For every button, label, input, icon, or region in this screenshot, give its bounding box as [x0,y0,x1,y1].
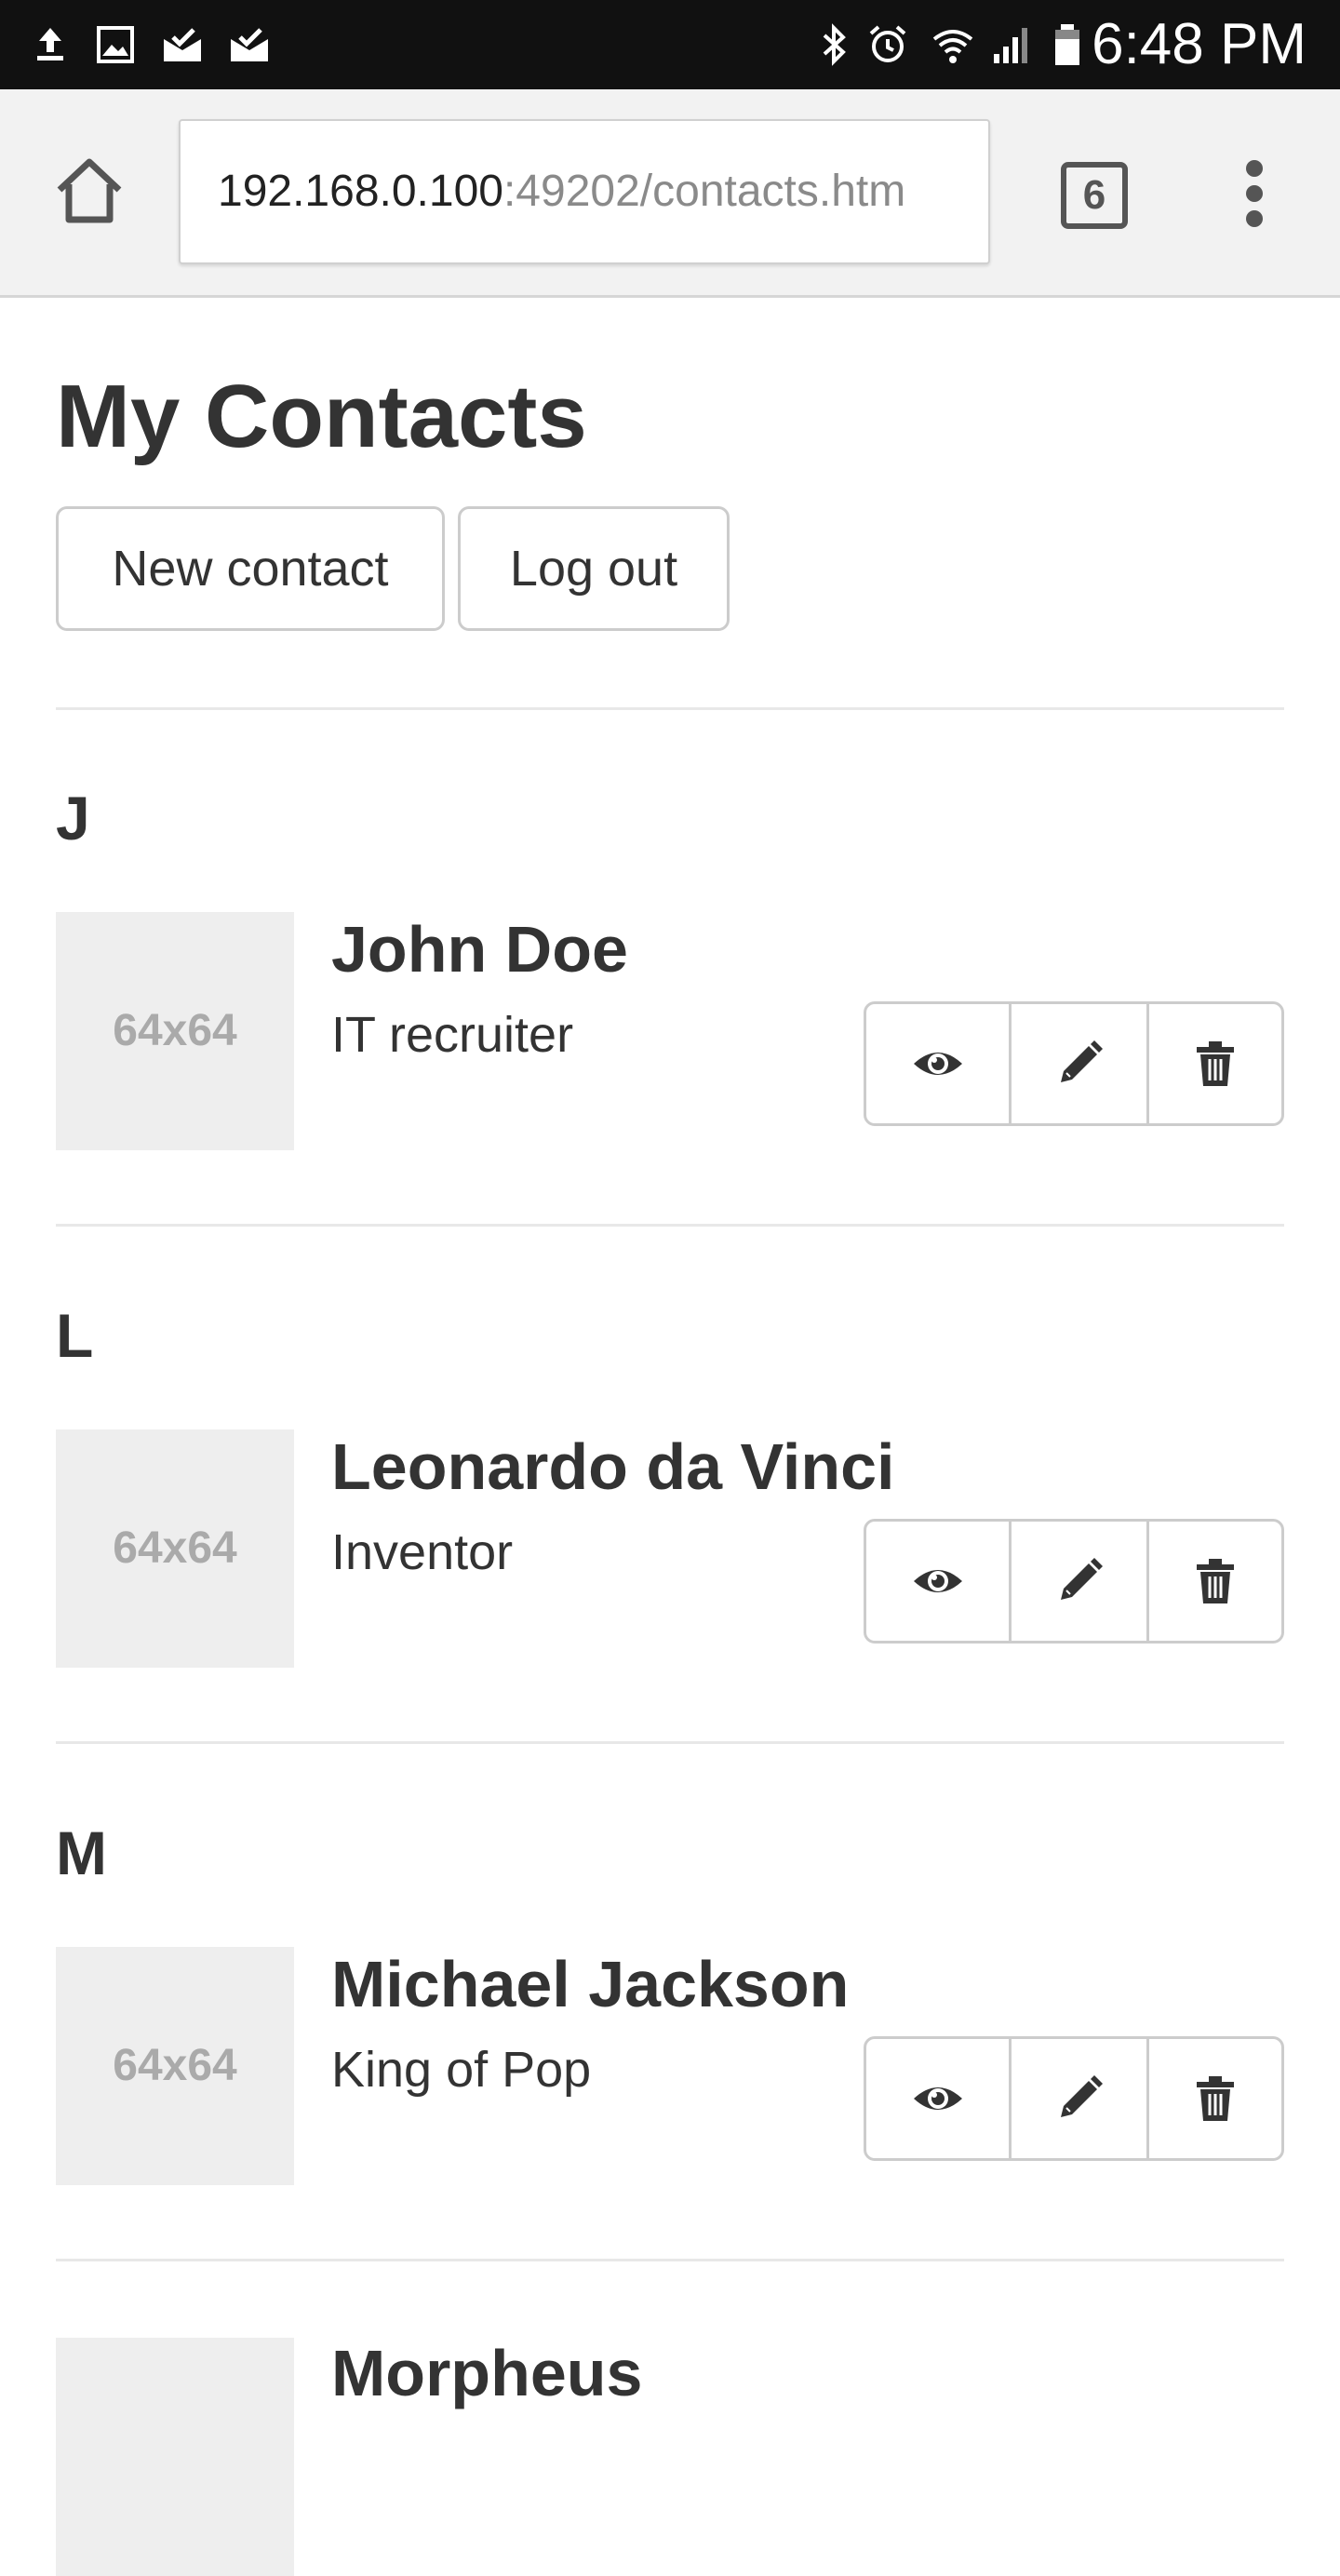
alarm-icon [869,25,906,62]
divider [56,1741,1284,1744]
eye-icon [913,1053,962,1075]
contact-item: 64x64 Leonardo da Vinci Inventor [56,1429,1284,1668]
contact-role: IT recruiter [331,1007,574,1063]
view-contact-button[interactable] [866,1522,1012,1641]
delete-contact-button[interactable] [1149,1004,1281,1123]
trash-icon [1197,2076,1234,2121]
edit-contact-button[interactable] [1012,1522,1149,1641]
divider [56,1224,1284,1227]
pencil-icon [1060,2075,1103,2117]
group-letter: L [56,1301,94,1370]
eye-icon [913,1570,962,1592]
logout-button[interactable]: Log out [458,506,730,631]
wifi-icon [932,30,973,63]
home-icon[interactable] [52,154,127,229]
contact-thumbnail: 64x64 [56,912,294,1150]
contact-thumbnail: 64x64 [56,1947,294,2185]
address-bar[interactable]: 192.168.0.100:49202/contacts.htm [179,119,990,264]
url-path: :49202/contacts.htm [502,167,906,216]
contact-actions [864,2036,1284,2161]
contact-thumbnail [56,2338,294,2576]
contact-item: Morpheus [56,2338,1284,2576]
edit-contact-button[interactable] [1012,2039,1149,2158]
new-contact-button[interactable]: New contact [56,506,445,631]
view-contact-button[interactable] [866,1004,1012,1123]
pencil-icon [1060,1558,1103,1600]
contact-actions [864,1519,1284,1644]
contact-name: Leonardo da Vinci [331,1430,895,1503]
contact-actions [864,1001,1284,1126]
contact-item: 64x64 Michael Jackson King of Pop [56,1947,1284,2185]
status-time: 6:48 PM [1092,12,1306,76]
status-bar: 6:48 PM [0,0,1340,89]
image-icon [97,26,134,63]
group-letter: M [56,1818,107,1887]
contact-item: 64x64 John Doe IT recruiter [56,912,1284,1150]
divider [56,2259,1284,2261]
more-menu-icon[interactable] [1236,160,1273,235]
battery-icon [1055,24,1079,65]
upload-icon [37,28,63,60]
pencil-icon [1060,1040,1103,1082]
browser-toolbar: 192.168.0.100:49202/contacts.htm 6 [0,89,1340,298]
edit-contact-button[interactable] [1012,1004,1149,1123]
trash-icon [1197,1559,1234,1603]
contact-name: Morpheus [331,2337,643,2409]
contact-thumbnail: 64x64 [56,1429,294,1668]
signal-icon [994,28,1027,63]
bluetooth-icon [823,23,846,66]
page-title: My Contacts [56,367,587,466]
delete-contact-button[interactable] [1149,1522,1281,1641]
url-host: 192.168.0.100 [218,167,503,216]
divider [56,707,1284,710]
tab-switcher-button[interactable]: 6 [1061,162,1128,229]
group-letter: J [56,784,90,852]
mail-check-icon [164,28,201,61]
trash-icon [1197,1041,1234,1086]
delete-contact-button[interactable] [1149,2039,1281,2158]
contact-name: John Doe [331,913,628,986]
contact-name: Michael Jackson [331,1948,850,2020]
contact-role: King of Pop [331,2042,592,2098]
view-contact-button[interactable] [866,2039,1012,2158]
eye-icon [913,2087,962,2110]
contact-role: Inventor [331,1524,514,1580]
mail-check-icon [231,28,268,61]
